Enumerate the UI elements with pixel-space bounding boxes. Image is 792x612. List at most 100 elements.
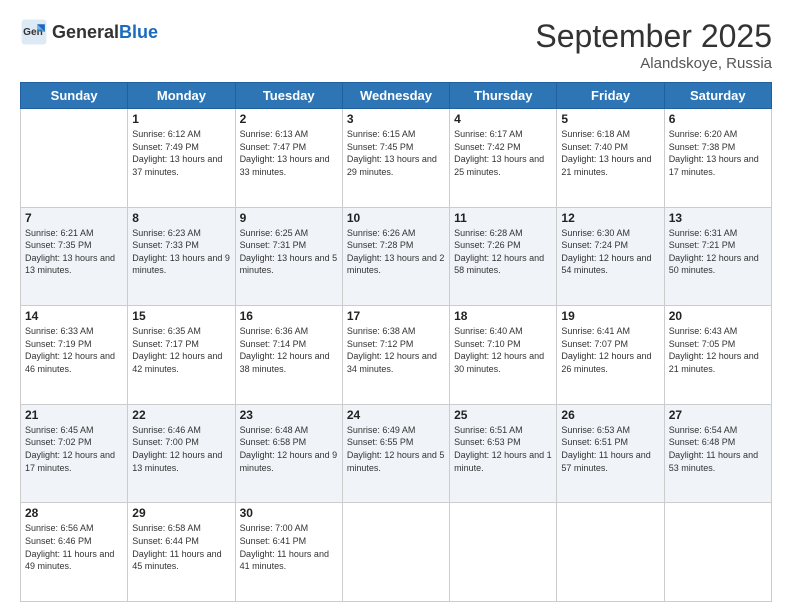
- day-number: 1: [132, 112, 230, 126]
- calendar-week-row: 1 Sunrise: 6:12 AM Sunset: 7:49 PM Daylig…: [21, 109, 772, 208]
- day-info: Sunrise: 6:56 AM Sunset: 6:46 PM Dayligh…: [25, 522, 123, 572]
- table-row: 30Sunrise: 7:00 AM Sunset: 6:41 PM Dayli…: [235, 503, 342, 602]
- day-number: 8: [132, 211, 230, 225]
- day-info: Sunrise: 6:36 AM Sunset: 7:14 PM Dayligh…: [240, 325, 338, 375]
- table-row: 8Sunrise: 6:23 AM Sunset: 7:33 PM Daylig…: [128, 207, 235, 306]
- day-info: Sunrise: 6:58 AM Sunset: 6:44 PM Dayligh…: [132, 522, 230, 572]
- day-info: Sunrise: 6:40 AM Sunset: 7:10 PM Dayligh…: [454, 325, 552, 375]
- table-row: 7Sunrise: 6:21 AM Sunset: 7:35 PM Daylig…: [21, 207, 128, 306]
- day-number: 11: [454, 211, 552, 225]
- day-number: 23: [240, 408, 338, 422]
- day-number: 7: [25, 211, 123, 225]
- title-block: September 2025 Alandskoye, Russia: [535, 18, 772, 72]
- day-info: Sunrise: 6:26 AM Sunset: 7:28 PM Dayligh…: [347, 227, 445, 277]
- day-info: Sunrise: 6:20 AM Sunset: 7:38 PM Dayligh…: [669, 128, 767, 178]
- table-row: 22 Sunrise: 6:46 AM Sunset: 7:00 PM Dayli…: [128, 404, 235, 503]
- table-row: 6 Sunrise: 6:20 AM Sunset: 7:38 PM Daylig…: [664, 109, 771, 208]
- day-number: 6: [669, 112, 767, 126]
- table-row: 17 Sunrise: 6:38 AM Sunset: 7:12 PM Dayli…: [342, 306, 449, 405]
- table-row: 9 Sunrise: 6:25 AM Sunset: 7:31 PM Daylig…: [235, 207, 342, 306]
- col-saturday: Saturday: [664, 83, 771, 109]
- table-row: [557, 503, 664, 602]
- day-info: Sunrise: 6:43 AM Sunset: 7:05 PM Dayligh…: [669, 325, 767, 375]
- day-info: Sunrise: 6:41 AM Sunset: 7:07 PM Dayligh…: [561, 325, 659, 375]
- col-wednesday: Wednesday: [342, 83, 449, 109]
- table-row: 28 Sunrise: 6:56 AM Sunset: 6:46 PM Dayli…: [21, 503, 128, 602]
- day-number: 5: [561, 112, 659, 126]
- logo: Gen GeneralBlue: [20, 18, 158, 46]
- calendar-table: Sunday Monday Tuesday Wednesday Thursday…: [20, 82, 772, 602]
- calendar-week-row: 14Sunrise: 6:33 AM Sunset: 7:19 PM Dayli…: [21, 306, 772, 405]
- table-row: 11 Sunrise: 6:28 AM Sunset: 7:26 PM Dayli…: [450, 207, 557, 306]
- table-row: 20 Sunrise: 6:43 AM Sunset: 7:05 PM Dayli…: [664, 306, 771, 405]
- table-row: 2 Sunrise: 6:13 AM Sunset: 7:47 PM Daylig…: [235, 109, 342, 208]
- day-number: 14: [25, 309, 123, 323]
- day-number: 12: [561, 211, 659, 225]
- day-info: Sunrise: 6:45 AM Sunset: 7:02 PM Dayligh…: [25, 424, 123, 474]
- day-info: Sunrise: 6:38 AM Sunset: 7:12 PM Dayligh…: [347, 325, 445, 375]
- day-info: Sunrise: 6:12 AM Sunset: 7:49 PM Dayligh…: [132, 128, 230, 178]
- day-info: Sunrise: 6:30 AM Sunset: 7:24 PM Dayligh…: [561, 227, 659, 277]
- day-info: Sunrise: 6:31 AM Sunset: 7:21 PM Dayligh…: [669, 227, 767, 277]
- day-number: 2: [240, 112, 338, 126]
- day-number: 15: [132, 309, 230, 323]
- day-number: 4: [454, 112, 552, 126]
- logo-general: General: [52, 22, 119, 42]
- day-number: 9: [240, 211, 338, 225]
- day-info: Sunrise: 6:15 AM Sunset: 7:45 PM Dayligh…: [347, 128, 445, 178]
- table-row: 25 Sunrise: 6:51 AM Sunset: 6:53 PM Dayli…: [450, 404, 557, 503]
- calendar-week-row: 21 Sunrise: 6:45 AM Sunset: 7:02 PM Dayli…: [21, 404, 772, 503]
- table-row: 23 Sunrise: 6:48 AM Sunset: 6:58 PM Dayli…: [235, 404, 342, 503]
- table-row: 5 Sunrise: 6:18 AM Sunset: 7:40 PM Daylig…: [557, 109, 664, 208]
- table-row: [21, 109, 128, 208]
- day-info: Sunrise: 6:53 AM Sunset: 6:51 PM Dayligh…: [561, 424, 659, 474]
- day-info: Sunrise: 6:28 AM Sunset: 7:26 PM Dayligh…: [454, 227, 552, 277]
- day-number: 26: [561, 408, 659, 422]
- day-info: Sunrise: 6:13 AM Sunset: 7:47 PM Dayligh…: [240, 128, 338, 178]
- table-row: 14Sunrise: 6:33 AM Sunset: 7:19 PM Dayli…: [21, 306, 128, 405]
- table-row: 16 Sunrise: 6:36 AM Sunset: 7:14 PM Dayli…: [235, 306, 342, 405]
- day-number: 16: [240, 309, 338, 323]
- table-row: [342, 503, 449, 602]
- day-info: Sunrise: 6:51 AM Sunset: 6:53 PM Dayligh…: [454, 424, 552, 474]
- header: Gen GeneralBlue September 2025 Alandskoy…: [20, 18, 772, 72]
- day-number: 20: [669, 309, 767, 323]
- table-row: 18 Sunrise: 6:40 AM Sunset: 7:10 PM Dayli…: [450, 306, 557, 405]
- col-monday: Monday: [128, 83, 235, 109]
- table-row: 19Sunrise: 6:41 AM Sunset: 7:07 PM Dayli…: [557, 306, 664, 405]
- day-info: Sunrise: 6:35 AM Sunset: 7:17 PM Dayligh…: [132, 325, 230, 375]
- table-row: 10Sunrise: 6:26 AM Sunset: 7:28 PM Dayli…: [342, 207, 449, 306]
- day-info: Sunrise: 6:49 AM Sunset: 6:55 PM Dayligh…: [347, 424, 445, 474]
- day-number: 30: [240, 506, 338, 520]
- calendar-week-row: 28 Sunrise: 6:56 AM Sunset: 6:46 PM Dayli…: [21, 503, 772, 602]
- day-number: 13: [669, 211, 767, 225]
- col-tuesday: Tuesday: [235, 83, 342, 109]
- day-info: Sunrise: 6:25 AM Sunset: 7:31 PM Dayligh…: [240, 227, 338, 277]
- table-row: 26 Sunrise: 6:53 AM Sunset: 6:51 PM Dayli…: [557, 404, 664, 503]
- table-row: 3Sunrise: 6:15 AM Sunset: 7:45 PM Daylig…: [342, 109, 449, 208]
- col-sunday: Sunday: [21, 83, 128, 109]
- page: Gen GeneralBlue September 2025 Alandskoy…: [0, 0, 792, 612]
- day-number: 27: [669, 408, 767, 422]
- day-number: 28: [25, 506, 123, 520]
- day-number: 17: [347, 309, 445, 323]
- day-info: Sunrise: 6:46 AM Sunset: 7:00 PM Dayligh…: [132, 424, 230, 474]
- day-number: 29: [132, 506, 230, 520]
- day-number: 25: [454, 408, 552, 422]
- logo-wordmark: GeneralBlue: [52, 22, 158, 43]
- day-info: Sunrise: 6:48 AM Sunset: 6:58 PM Dayligh…: [240, 424, 338, 474]
- col-thursday: Thursday: [450, 83, 557, 109]
- day-info: Sunrise: 6:54 AM Sunset: 6:48 PM Dayligh…: [669, 424, 767, 474]
- logo-icon: Gen: [20, 18, 48, 46]
- day-number: 21: [25, 408, 123, 422]
- day-number: 24: [347, 408, 445, 422]
- table-row: 24 Sunrise: 6:49 AM Sunset: 6:55 PM Dayli…: [342, 404, 449, 503]
- day-number: 18: [454, 309, 552, 323]
- table-row: 12 Sunrise: 6:30 AM Sunset: 7:24 PM Dayli…: [557, 207, 664, 306]
- day-number: 22: [132, 408, 230, 422]
- table-row: 27 Sunrise: 6:54 AM Sunset: 6:48 PM Dayli…: [664, 404, 771, 503]
- logo-blue: Blue: [119, 22, 158, 42]
- table-row: 13 Sunrise: 6:31 AM Sunset: 7:21 PM Dayli…: [664, 207, 771, 306]
- day-info: Sunrise: 6:18 AM Sunset: 7:40 PM Dayligh…: [561, 128, 659, 178]
- calendar-title: September 2025: [535, 18, 772, 55]
